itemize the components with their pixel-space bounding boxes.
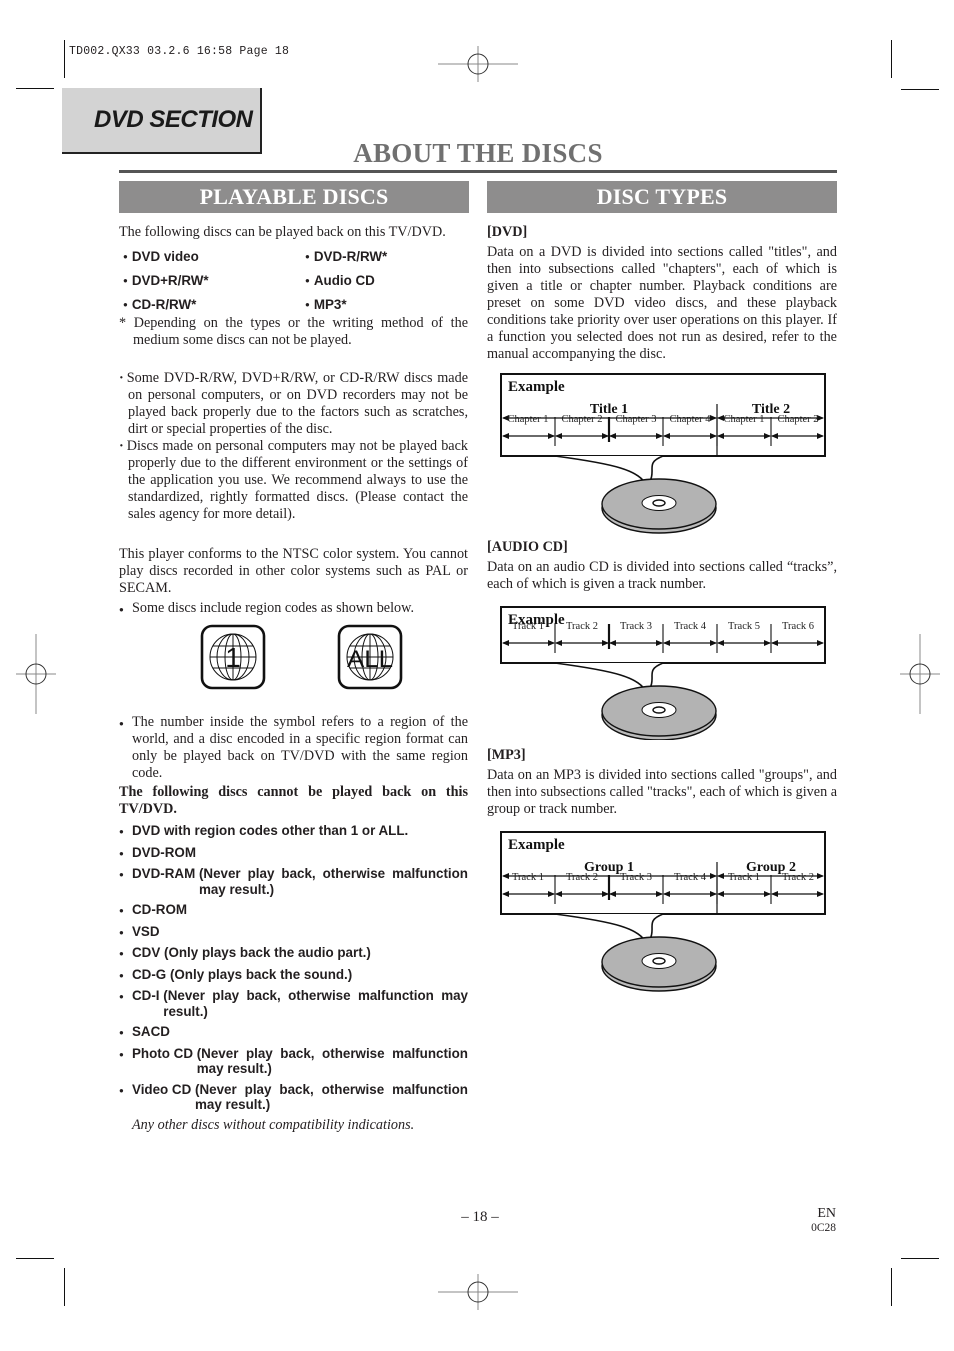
region-1-icon: 1 bbox=[200, 624, 266, 690]
not-playable-item: ● DVD-ROM bbox=[119, 844, 196, 860]
not-playable-list: ● DVD with region codes other than 1 or A… bbox=[119, 823, 468, 1113]
region-intro: ● Some discs include region codes as sho… bbox=[119, 600, 468, 618]
playable-item: DVD-R/RW* bbox=[305, 248, 465, 265]
region-icons: 1 ALL bbox=[119, 618, 468, 714]
mp3-text: Data on an MP3 is divided into sections … bbox=[487, 767, 838, 817]
region-1-label: 1 bbox=[225, 642, 241, 673]
page-title: ABOUT THE DISCS bbox=[353, 138, 603, 168]
region-all-label: ALL bbox=[347, 646, 393, 673]
playable-item: MP3* bbox=[305, 296, 465, 313]
segment-label: Chapter 2 bbox=[561, 414, 602, 425]
segment-label: Chapter 2 bbox=[777, 414, 818, 425]
registration-mark-icon bbox=[438, 46, 518, 82]
segment-label: Track 2 bbox=[566, 872, 598, 883]
not-playable-item: ● CDV (Only plays back the audio part.) bbox=[119, 945, 371, 960]
crop-mark bbox=[64, 1268, 65, 1306]
disc-types-heading: DISC TYPES bbox=[487, 181, 837, 213]
region-all-icon: ALL bbox=[337, 624, 403, 690]
not-playable-item: ● CD-I (Never play back, otherwise malfun… bbox=[119, 988, 468, 1019]
compat-note-text: Discs made on personal computers may not… bbox=[126, 438, 468, 522]
segment-label: Track 1 bbox=[512, 621, 544, 632]
playable-item: DVD+R/RW* bbox=[123, 272, 305, 289]
playable-discs-column: The following discs can be played back o… bbox=[119, 224, 468, 1134]
disc-types-column: [DVD] Data on a DVD is divided into sect… bbox=[487, 224, 837, 363]
segment-label: Track 3 bbox=[620, 621, 652, 632]
audio-cd-section: [AUDIO CD] Data on an audio CD is divide… bbox=[487, 539, 837, 593]
segment-label: Chapter 4 bbox=[669, 414, 711, 425]
playable-footnote: * Depending on the types or the writing … bbox=[119, 315, 468, 348]
not-playable-item: ● VSD bbox=[119, 923, 160, 939]
segment-label: Chapter 1 bbox=[507, 414, 548, 425]
ntsc-text: This player conforms to the NTSC color s… bbox=[119, 546, 468, 596]
playable-item: Audio CD bbox=[305, 272, 465, 289]
not-playable-heading: The following discs cannot be played bac… bbox=[119, 784, 468, 817]
playable-list: DVD video DVD-R/RW* DVD+R/RW* Audio CD C… bbox=[123, 248, 468, 313]
segment-label: Track 4 bbox=[674, 621, 707, 632]
crop-mark bbox=[64, 40, 65, 78]
dvd-label: [DVD] bbox=[487, 224, 528, 240]
segment-label: Track 1 bbox=[512, 872, 544, 883]
audio-cd-label: [AUDIO CD] bbox=[487, 539, 568, 555]
region-note-text: The number inside the symbol refers to a… bbox=[132, 714, 468, 781]
language-code: EN bbox=[817, 1206, 836, 1221]
example-label: Example bbox=[508, 379, 565, 395]
page-number: – 18 – bbox=[461, 1209, 499, 1225]
closing-note: Any other discs without compatibility in… bbox=[132, 1116, 415, 1133]
crop-mark bbox=[901, 89, 939, 90]
compat-note: Discs made on personal computers may not… bbox=[119, 438, 468, 523]
dvd-text: Data on a DVD is divided into sections c… bbox=[487, 244, 837, 362]
compat-note: Some DVD-R/RW, DVD+R/RW, or CD-R/RW disc… bbox=[119, 370, 468, 438]
crop-mark bbox=[891, 1268, 892, 1306]
audio-cd-example-diagram: ExampleTrack 1 Track 2 Track 3 Track 4 Track… bbox=[500, 606, 826, 740]
footer-codes: EN 0C28 bbox=[790, 1207, 836, 1235]
print-header: TD002.QX33 03.2.6 16:58 Page 18 bbox=[69, 45, 290, 58]
playable-intro: The following discs can be played back o… bbox=[119, 224, 446, 240]
mp3-section: [MP3] Data on an MP3 is divided into sec… bbox=[487, 747, 837, 818]
region-intro-text: Some discs include region codes as shown… bbox=[132, 600, 414, 616]
playable-item: DVD video bbox=[123, 248, 305, 265]
segment-label: Track 6 bbox=[782, 621, 814, 632]
segment-label: Track 1 bbox=[728, 872, 760, 883]
registration-mark-icon bbox=[16, 634, 56, 714]
crop-mark bbox=[901, 1258, 939, 1259]
segment-label: Track 3 bbox=[620, 872, 652, 883]
not-playable-item: ● CD-G (Only plays back the sound.) bbox=[119, 966, 353, 982]
playable-discs-heading: PLAYABLE DISCS bbox=[119, 181, 469, 213]
registration-mark-icon bbox=[900, 634, 940, 714]
crop-mark bbox=[16, 1258, 54, 1259]
not-playable-item: ● DVD-RAM (Never play back, otherwise mal… bbox=[119, 866, 468, 897]
segment-label: Track 2 bbox=[782, 872, 814, 883]
dvd-example-diagram: ExampleTitle 1 Title 2Chapter 1 Chapter 2C… bbox=[500, 373, 826, 534]
not-playable-item: ● DVD with region codes other than 1 or A… bbox=[119, 823, 409, 838]
mp3-label: [MP3] bbox=[487, 747, 526, 763]
document-code: 0C28 bbox=[811, 1222, 836, 1234]
region-note: ● The number inside the symbol refers to… bbox=[119, 714, 468, 781]
example-label: Example bbox=[508, 837, 565, 853]
segment-label: Chapter 3 bbox=[615, 414, 656, 425]
title-rule bbox=[119, 170, 837, 173]
not-playable-item: ● SACD bbox=[119, 1024, 170, 1039]
disc-hole bbox=[652, 706, 666, 714]
section-tab-label: DVD SECTION bbox=[94, 106, 253, 133]
segment-label: Track 4 bbox=[674, 872, 707, 883]
not-playable-item: ● Video CD (Never play back, otherwise ma… bbox=[119, 1081, 468, 1113]
disc-hole bbox=[652, 499, 666, 507]
not-playable-item: ● Photo CD (Never play back, otherwise ma… bbox=[119, 1045, 468, 1077]
compat-note-text: Some DVD-R/RW, DVD+R/RW, or CD-R/RW disc… bbox=[126, 370, 468, 437]
segment-label: Track 5 bbox=[728, 621, 760, 632]
segment-label: Track 2 bbox=[566, 621, 598, 632]
registration-mark-icon bbox=[438, 1274, 518, 1310]
crop-mark bbox=[891, 40, 892, 78]
crop-mark bbox=[16, 88, 54, 89]
disc-hole bbox=[652, 957, 666, 965]
playable-item: CD-R/RW* bbox=[123, 296, 305, 313]
mp3-example-diagram: ExampleGroup 1 Group 2Track 1 Track 2 Track… bbox=[500, 831, 826, 992]
not-playable-item: ● CD-ROM bbox=[119, 902, 188, 917]
segment-label: Chapter 1 bbox=[723, 414, 764, 425]
audio-cd-text: Data on an audio CD is divided into sect… bbox=[487, 559, 837, 592]
